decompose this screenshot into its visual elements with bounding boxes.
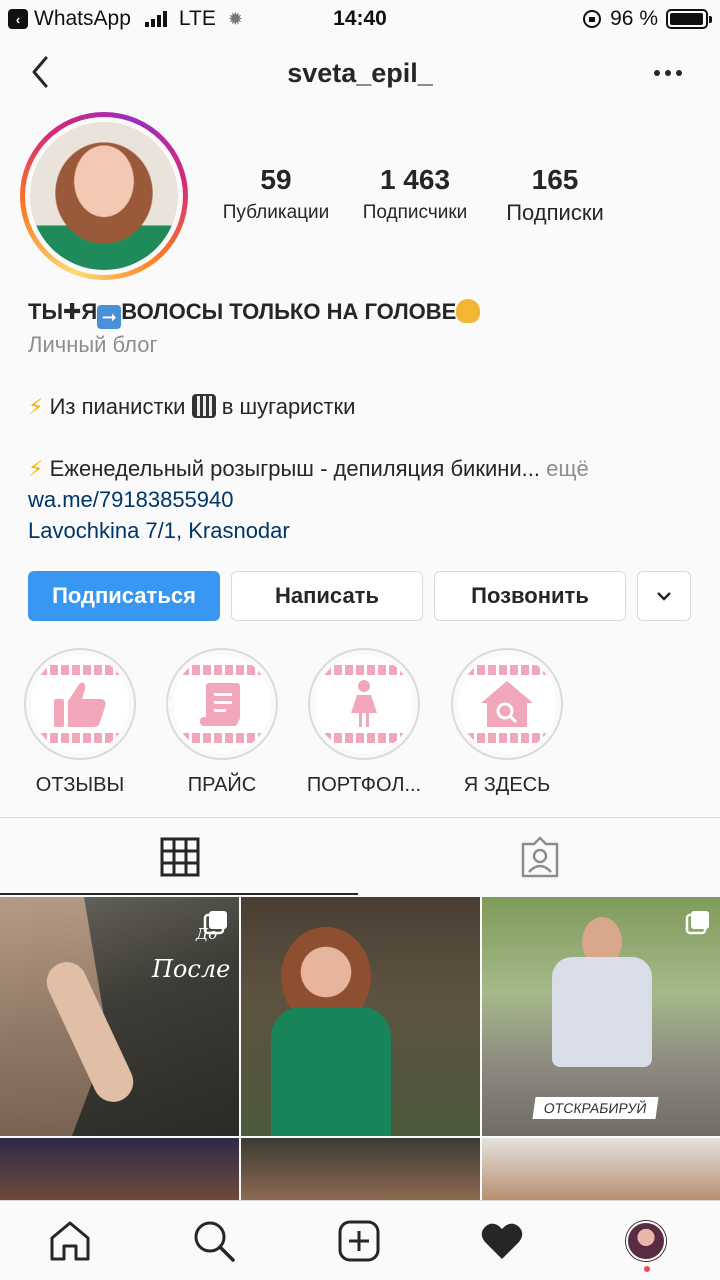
heart-icon — [481, 1223, 523, 1259]
avatar-photo — [30, 122, 178, 270]
highlight-cover-inner — [315, 655, 413, 753]
thumbs-up-icon — [31, 655, 129, 753]
active-tab-indicator — [0, 893, 358, 895]
plus-emoji-icon: ✚ — [62, 299, 82, 324]
profile-tab[interactable] — [624, 1219, 668, 1263]
follow-button[interactable]: Подписаться — [28, 571, 220, 621]
post-tile[interactable] — [241, 897, 480, 1136]
highlight-price-label: ПРАЙС — [187, 774, 257, 796]
bio-category: Личный блог — [28, 332, 158, 357]
profile-username: sveta_epil_ — [287, 58, 433, 88]
bio-line1-b: в шугаристки — [221, 394, 356, 419]
highlight-cover-inner — [458, 655, 556, 753]
bio-whatsapp-link[interactable]: wa.me/79183855940 — [28, 484, 698, 515]
highlight-reviews-label: ОТЗЫВЫ — [35, 774, 125, 796]
house-search-icon — [458, 655, 556, 753]
post-tile[interactable] — [0, 1138, 239, 1200]
highlight-portfolio-cover — [308, 648, 420, 760]
call-button[interactable]: Позвонить — [434, 571, 626, 621]
profile-tab-avatar — [626, 1221, 666, 1261]
avatar-border — [25, 117, 183, 275]
stat-following[interactable]: 165 Подписки — [490, 164, 620, 226]
bio-more-link[interactable]: ещё — [546, 456, 589, 481]
bio-line1: ⚡ Из пианистки в шугаристки — [28, 391, 698, 422]
post-tag: ОТСКРАБИРУЙ — [532, 1097, 659, 1119]
highlight-cover-inner — [31, 655, 129, 753]
stat-followers-count: 1 463 — [379, 164, 451, 195]
bottom-tab-bar — [0, 1200, 720, 1280]
tagged-person-icon — [521, 836, 559, 878]
post-tile[interactable]: ОТСКРАБИРУЙ — [482, 897, 720, 1136]
status-bar-right: 96 % — [582, 7, 712, 31]
highlight-price[interactable]: ПРАЙС — [157, 648, 287, 797]
highlight-portfolio[interactable]: ПОРТФОЛ... — [299, 648, 429, 797]
status-bar: ‹ WhatsApp LTE ✹ 14:40 96 % — [0, 0, 720, 38]
right-arrow-emoji-icon: ➞ — [97, 305, 122, 329]
stat-posts-label: Публикации — [222, 202, 330, 223]
honey-pot-emoji-icon — [456, 299, 481, 323]
stat-followers-label: Подписчики — [362, 202, 468, 223]
instagram-profile-screen: ‹ WhatsApp LTE ✹ 14:40 96 % sveta_epil_ — [0, 0, 720, 1280]
highlight-portfolio-label: ПОРТФОЛ... — [306, 774, 422, 796]
highlight-location-label: Я ЗДЕСЬ — [463, 774, 551, 796]
profile-avatar[interactable] — [20, 112, 188, 280]
bio-name-part2: Я — [81, 299, 98, 324]
search-tab[interactable] — [192, 1219, 236, 1263]
bio-spacer — [28, 422, 698, 453]
highlight-location[interactable]: Я ЗДЕСЬ — [442, 648, 572, 797]
post-tile[interactable] — [241, 1138, 480, 1200]
bio-line2-text: Еженедельный розыгрыш - депиляция бикини… — [49, 456, 541, 481]
piano-emoji-icon — [191, 394, 216, 418]
create-post-tab[interactable] — [337, 1219, 381, 1263]
profile-header: sveta_epil_ — [0, 40, 720, 104]
bio-name-part3: ВОЛОСЫ ТОЛЬКО НА ГОЛОВЕ — [121, 299, 457, 324]
highlight-cover-inner — [173, 655, 271, 753]
carousel-icon — [685, 911, 709, 935]
bio-address-link[interactable]: Lavochkina 7/1, Krasnodar — [28, 515, 698, 546]
bio-line2: ⚡ Еженедельный розыгрыш - депиляция бики… — [28, 453, 698, 484]
add-post-icon — [338, 1220, 380, 1262]
highlight-reviews-cover — [24, 648, 136, 760]
tab-tagged[interactable] — [360, 818, 720, 896]
stat-posts-count: 59 — [260, 164, 292, 195]
stat-posts[interactable]: 59 Публикации — [200, 164, 352, 224]
bio-line1-a: Из пианистки — [49, 394, 186, 419]
bio-name-part1: ТЫ — [28, 299, 63, 324]
search-icon — [194, 1221, 235, 1262]
more-options-icon[interactable] — [654, 70, 682, 76]
post-image-dress — [552, 957, 652, 1067]
lightning-emoji-icon: ⚡ — [28, 394, 44, 419]
stat-following-count: 165 — [531, 164, 579, 195]
battery-icon — [666, 9, 712, 29]
highlight-reviews[interactable]: ОТЗЫВЫ — [15, 648, 145, 797]
post-tile[interactable]: До После — [0, 897, 239, 1136]
highlight-location-cover — [451, 648, 563, 760]
woman-icon — [315, 655, 413, 753]
chevron-down-icon — [657, 592, 671, 601]
bio-spacer — [28, 360, 698, 391]
scroll-icon — [173, 655, 271, 753]
notification-dot — [644, 1266, 650, 1272]
lightning-emoji-icon: ⚡ — [28, 456, 44, 481]
carousel-icon — [203, 911, 227, 935]
highlight-price-cover — [166, 648, 278, 760]
battery-percent: 96 % — [610, 7, 658, 30]
profile-bio: ТЫ✚Я ➞ ВОЛОСЫ ТОЛЬКО НА ГОЛОВЕ Личный блог… — [28, 296, 698, 546]
bio-name: ТЫ✚Я ➞ ВОЛОСЫ ТОЛЬКО НА ГОЛОВЕ — [28, 296, 698, 329]
suggestions-dropdown-button[interactable] — [637, 571, 691, 621]
orientation-lock-icon — [583, 10, 602, 28]
activity-tab[interactable] — [480, 1219, 524, 1263]
home-tab[interactable] — [48, 1219, 92, 1263]
post-image-dress — [271, 1007, 391, 1136]
post-caption: После — [152, 955, 231, 983]
grid-icon — [160, 837, 200, 877]
stat-followers[interactable]: 1 463 Подписчики — [352, 164, 478, 224]
stat-following-label: Подписки — [506, 200, 604, 225]
post-tile[interactable] — [482, 1138, 720, 1200]
message-button[interactable]: Написать — [231, 571, 423, 621]
home-icon — [50, 1221, 90, 1261]
tab-grid[interactable] — [0, 818, 360, 896]
